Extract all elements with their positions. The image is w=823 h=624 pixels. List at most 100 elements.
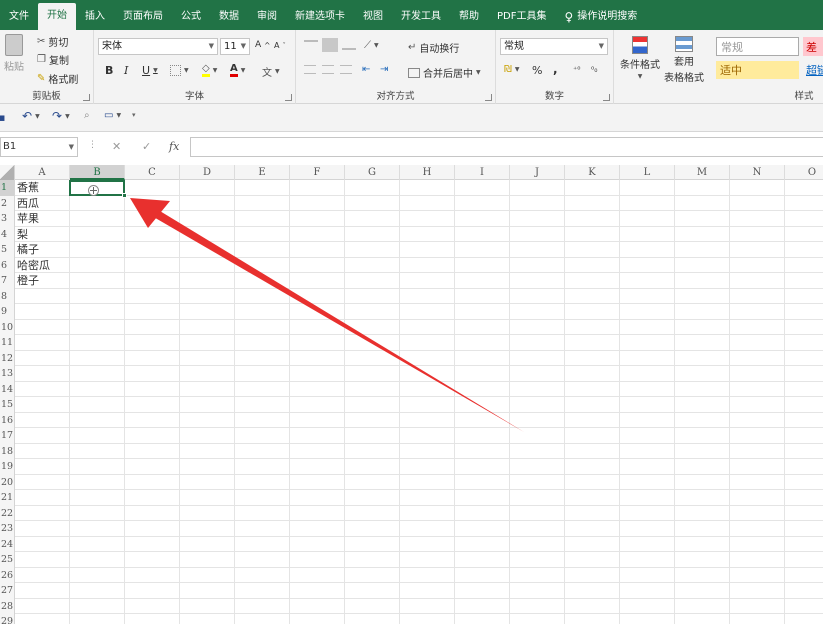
cell-a5[interactable]: 橘子 <box>17 242 39 257</box>
row-header[interactable]: 24 <box>0 536 15 552</box>
alignment-launcher-icon[interactable] <box>485 94 492 101</box>
tab-10[interactable]: 帮助 <box>450 4 488 30</box>
row-header[interactable]: 29 <box>0 614 15 624</box>
customize-qat-icon[interactable]: ▾ <box>132 111 136 119</box>
row-header[interactable]: 3 <box>0 211 15 227</box>
row-header[interactable]: 21 <box>0 490 15 506</box>
column-header-b[interactable]: B <box>70 165 125 180</box>
row-header[interactable]: 22 <box>0 505 15 521</box>
shrink-font-button[interactable]: Aˇ <box>274 41 286 50</box>
column-header-k[interactable]: K <box>565 165 620 180</box>
number-format-select[interactable]: 常规 ▼ <box>500 38 608 55</box>
row-header[interactable]: 9 <box>0 304 15 320</box>
tab-4[interactable]: 公式 <box>172 4 210 30</box>
row-header[interactable]: 8 <box>0 288 15 304</box>
bottom-align-button[interactable] <box>342 40 356 50</box>
fill-handle[interactable] <box>122 193 127 198</box>
row-header[interactable]: 25 <box>0 552 15 568</box>
tab-2[interactable]: 插入 <box>76 4 114 30</box>
tell-me-search[interactable]: ♀ 操作说明搜索 <box>555 4 646 30</box>
increase-decimal-button[interactable]: ⁺⁰ <box>573 65 580 74</box>
row-header[interactable]: 2 <box>0 195 15 211</box>
wrap-text-button[interactable]: ↵ 自动换行 <box>408 40 459 55</box>
tab-7[interactable]: 新建选项卡 <box>286 4 354 30</box>
merge-center-button[interactable]: 合并后居中 ▼ <box>408 65 481 80</box>
grow-font-button[interactable]: A ^ <box>255 40 270 50</box>
top-align-button[interactable] <box>304 40 318 50</box>
formula-input[interactable] <box>190 137 823 157</box>
fill-color-button[interactable]: ◇ ▼ <box>202 63 217 77</box>
middle-align-button[interactable] <box>322 38 338 52</box>
row-header[interactable]: 7 <box>0 273 15 289</box>
tab-11[interactable]: PDF工具集 <box>488 4 555 30</box>
format-painter-button[interactable]: ✎ 格式刷 <box>37 71 78 86</box>
insert-function-icon[interactable]: fx <box>169 140 179 153</box>
column-header-l[interactable]: L <box>620 165 675 180</box>
print-preview-icon[interactable]: ⌕ <box>84 110 90 121</box>
tab-0[interactable]: 文件 <box>0 4 38 30</box>
decrease-decimal-button[interactable]: ⁰₀ <box>591 65 597 74</box>
undo-icon[interactable]: ↶ ▼ <box>22 109 40 123</box>
tab-6[interactable]: 审阅 <box>248 4 286 30</box>
worksheet-grid[interactable]: ABCDEFGHIJKLMNO 1 香蕉 2 西瓜 3 苹果 4 梨 5 橘子 6 哈密瓜 7 橙子 8 9 1… <box>0 165 823 624</box>
tab-8[interactable]: 视图 <box>354 4 392 30</box>
border-button[interactable]: ▼ <box>170 65 189 76</box>
font-launcher-icon[interactable] <box>285 94 292 101</box>
row-header[interactable]: 6 <box>0 257 15 273</box>
tab-1[interactable]: 开始 <box>38 3 76 30</box>
column-header-e[interactable]: E <box>235 165 290 180</box>
cell-a1[interactable]: 香蕉 <box>17 180 39 195</box>
row-header[interactable]: 26 <box>0 567 15 583</box>
select-all-corner[interactable] <box>0 165 15 180</box>
style-normal[interactable]: 常规 <box>716 37 799 56</box>
font-size-select[interactable]: 11 ▼ <box>220 38 250 55</box>
format-as-table-button[interactable]: 套用 表格格式 <box>664 36 704 84</box>
column-header-o[interactable]: O <box>785 165 823 180</box>
column-header-i[interactable]: I <box>455 165 510 180</box>
column-header-a[interactable]: A <box>15 165 70 180</box>
row-header[interactable]: 5 <box>0 242 15 258</box>
font-name-select[interactable]: 宋体 ▼ <box>98 38 218 55</box>
save-icon[interactable]: ▪ <box>0 111 5 124</box>
cell-a4[interactable]: 梨 <box>17 227 28 242</box>
tab-9[interactable]: 开发工具 <box>392 4 450 30</box>
style-bad[interactable]: 差 <box>803 37 823 56</box>
align-center-button[interactable] <box>322 65 334 74</box>
column-header-n[interactable]: N <box>730 165 785 180</box>
row-header[interactable]: 16 <box>0 412 15 428</box>
style-neutral[interactable]: 适中 <box>716 61 799 79</box>
cell-a6[interactable]: 哈密瓜 <box>17 258 50 273</box>
enter-icon[interactable]: ✓ <box>142 140 151 153</box>
phonetic-button[interactable]: 文 ▼ <box>262 64 280 79</box>
underline-button[interactable]: U ▼ <box>142 64 158 77</box>
orientation-button[interactable]: ⟋ ▼ <box>364 40 379 51</box>
column-header-d[interactable]: D <box>180 165 235 180</box>
tab-5[interactable]: 数据 <box>210 4 248 30</box>
name-box[interactable]: B1 ▼ <box>0 137 78 157</box>
row-header[interactable]: 18 <box>0 443 15 459</box>
decrease-indent-button[interactable]: ⇤ <box>362 64 370 75</box>
column-header-h[interactable]: H <box>400 165 455 180</box>
bold-button[interactable]: B <box>105 64 113 77</box>
align-right-button[interactable] <box>340 65 352 74</box>
percent-button[interactable]: % <box>532 64 542 77</box>
row-header[interactable]: 27 <box>0 583 15 599</box>
tab-3[interactable]: 页面布局 <box>114 4 172 30</box>
row-header[interactable]: 15 <box>0 397 15 413</box>
column-header-f[interactable]: F <box>290 165 345 180</box>
row-header[interactable]: 19 <box>0 459 15 475</box>
column-header-m[interactable]: M <box>675 165 730 180</box>
cut-button[interactable]: ✂ 剪切 <box>37 34 68 49</box>
copy-button[interactable]: ❐ 复制 <box>37 52 69 67</box>
column-header-c[interactable]: C <box>125 165 180 180</box>
paste-button[interactable]: 粘贴 <box>4 34 24 73</box>
row-header[interactable]: 28 <box>0 598 15 614</box>
cell-a2[interactable]: 西瓜 <box>17 196 39 211</box>
row-header[interactable]: 17 <box>0 428 15 444</box>
row-header[interactable]: 1 <box>0 180 15 196</box>
font-color-button[interactable]: A ▼ <box>230 63 245 77</box>
row-header[interactable]: 23 <box>0 521 15 537</box>
increase-indent-button[interactable]: ⇥ <box>380 64 388 75</box>
row-header[interactable]: 13 <box>0 366 15 382</box>
screen-icon[interactable]: ▭ ▼ <box>104 110 121 121</box>
